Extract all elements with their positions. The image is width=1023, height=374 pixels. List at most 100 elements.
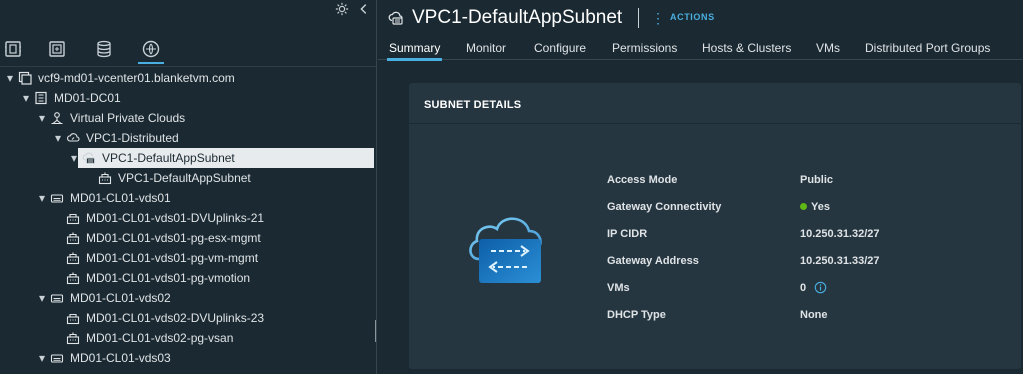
detail-value: 0 bbox=[800, 279, 806, 297]
detail-value: 10.250.31.32/27 bbox=[800, 225, 880, 243]
tree-node-label: MD01-CL01-vds02-DVUplinks-23 bbox=[86, 311, 265, 325]
tree-node-label: MD01-CL01-vds03 bbox=[70, 351, 171, 365]
tree-node[interactable]: MD01-CL01-vds01-pg-esx-mgmt bbox=[0, 228, 376, 248]
distributed-switch-icon bbox=[50, 351, 64, 365]
tree-tab-storage[interactable] bbox=[91, 36, 117, 62]
collapse-panel-chevron-icon[interactable] bbox=[356, 2, 372, 18]
port-group-icon bbox=[66, 331, 80, 345]
tree-expand-chevron-icon[interactable]: ▾ bbox=[4, 68, 16, 88]
tree-node[interactable]: MD01-CL01-vds01-pg-vmotion bbox=[0, 268, 376, 288]
port-group-icon bbox=[66, 251, 80, 265]
tree-divider bbox=[0, 66, 376, 67]
tree-tab-vms-templates[interactable] bbox=[44, 36, 70, 62]
tree-node[interactable]: MD01-CL01-vds02-pg-vsan bbox=[0, 328, 376, 348]
detail-label: Access Mode bbox=[607, 174, 678, 186]
tree-expand-chevron-icon[interactable]: ▾ bbox=[68, 148, 80, 168]
tree-node[interactable]: VPC1-DefaultAppSubnet bbox=[0, 168, 376, 188]
tab-vms[interactable]: VMs bbox=[816, 38, 840, 60]
detail-value: None bbox=[800, 306, 828, 324]
tab-configure[interactable]: Configure bbox=[534, 38, 586, 60]
tree-node[interactable]: ▾ VPC1-Distributed bbox=[0, 128, 376, 148]
subnet-icon bbox=[82, 151, 96, 165]
page-title: VPC1-DefaultAppSubnet bbox=[412, 7, 623, 28]
datacenter-icon bbox=[34, 91, 48, 105]
detail-value-text: Public bbox=[800, 174, 834, 186]
vms-templates-icon bbox=[49, 41, 65, 57]
tree-node-label: MD01-CL01-vds01-pg-vm-mgmt bbox=[86, 251, 259, 265]
uplink-port-group-icon bbox=[66, 211, 80, 225]
tree-expand-chevron-icon[interactable]: ▾ bbox=[36, 288, 48, 308]
detail-label: Gateway Connectivity bbox=[607, 201, 722, 213]
detail-value: Public bbox=[800, 171, 833, 189]
inventory-view-tabs bbox=[0, 36, 376, 64]
inventory-toolbar bbox=[0, 0, 376, 20]
panel-resize-handle[interactable] bbox=[375, 320, 376, 342]
detail-value-text: None bbox=[800, 309, 828, 321]
actions-menu-button[interactable]: ACTIONS bbox=[670, 12, 715, 22]
subnet-icon bbox=[388, 10, 404, 26]
info-icon[interactable] bbox=[814, 281, 827, 294]
tree-node[interactable]: MD01-CL01-vds02-DVUplinks-23 bbox=[0, 308, 376, 328]
tree-node-label: VPC1-DefaultAppSubnet bbox=[118, 171, 251, 185]
tree-expand-chevron-icon[interactable]: ▾ bbox=[20, 88, 32, 108]
tree-node-label: MD01-CL01-vds01-pg-esx-mgmt bbox=[86, 231, 261, 245]
distributed-switch-icon bbox=[50, 191, 64, 205]
tree-node[interactable]: ▾ MD01-CL01-vds01 bbox=[0, 188, 376, 208]
detail-value: Yes bbox=[800, 198, 830, 216]
hosts-clusters-icon bbox=[5, 41, 21, 57]
networking-icon bbox=[142, 40, 160, 58]
tree-node[interactable]: ▾ VPC1-DefaultAppSubnet bbox=[0, 148, 376, 168]
port-group-icon bbox=[66, 231, 80, 245]
detail-label: IP CIDR bbox=[607, 228, 648, 240]
tab-summary[interactable]: Summary bbox=[386, 38, 443, 61]
object-detail-panel: VPC1-DefaultAppSubnet ⋮ ACTIONS Summary M… bbox=[378, 0, 1023, 374]
tab-permissions[interactable]: Permissions bbox=[612, 38, 677, 60]
tree-node-label: MD01-CL01-vds01-DVUplinks-21 bbox=[86, 211, 265, 225]
tree-expand-chevron-icon[interactable]: ▾ bbox=[36, 348, 48, 368]
detail-value: 10.250.31.33/27 bbox=[800, 252, 880, 270]
tree-node[interactable]: ▾ Virtual Private Clouds bbox=[0, 108, 376, 128]
tree-node-label: VPC1-DefaultAppSubnet bbox=[102, 151, 235, 165]
port-group-icon bbox=[66, 271, 80, 285]
tree-expand-chevron-icon[interactable]: ▾ bbox=[36, 108, 48, 128]
tree-tab-networking[interactable] bbox=[138, 36, 164, 64]
tree-node[interactable]: MD01-CL01-vds01-pg-vm-mgmt bbox=[0, 248, 376, 268]
tab-hosts-clusters[interactable]: Hosts & Clusters bbox=[702, 38, 791, 60]
card-divider bbox=[409, 123, 1021, 124]
uplink-port-group-icon bbox=[66, 311, 80, 325]
tree-node-label: MD01-DC01 bbox=[54, 91, 121, 105]
tree-node-label: MD01-CL01-vds02-pg-vsan bbox=[86, 331, 234, 345]
detail-label: DHCP Type bbox=[607, 309, 666, 321]
tree-node[interactable]: ▾ MD01-DC01 bbox=[0, 88, 376, 108]
tree-node[interactable]: ▾ vcf9-md01-vcenter01.blanketvm.com bbox=[0, 68, 376, 88]
detail-value-text: 0 bbox=[800, 282, 807, 294]
inventory-panel: ▾ vcf9-md01-vcenter01.blanketvm.com ▾ MD01-… bbox=[0, 0, 377, 374]
tab-distributed-port-groups[interactable]: Distributed Port Groups bbox=[865, 38, 990, 60]
detail-value-text: 10.250.31.32/27 bbox=[800, 228, 880, 240]
tree-expand-chevron-icon[interactable]: ▾ bbox=[36, 188, 48, 208]
settings-gear-icon[interactable] bbox=[334, 2, 350, 18]
detail-value-text: 10.250.31.33/27 bbox=[800, 255, 880, 267]
vpc-folder-icon bbox=[50, 111, 64, 125]
storage-icon bbox=[97, 40, 111, 58]
tree-expand-chevron-icon[interactable]: ▾ bbox=[52, 128, 64, 148]
subnet-illustration-icon bbox=[467, 211, 547, 287]
subnet-details-card: SUBNET DETAILS Access Mode Public Gatewa… bbox=[409, 83, 1021, 369]
tree-tab-hosts-clusters[interactable] bbox=[0, 36, 26, 62]
tree-node-label: vcf9-md01-vcenter01.blanketvm.com bbox=[38, 71, 235, 85]
vpc-icon bbox=[66, 131, 80, 145]
actions-kebab-icon[interactable]: ⋮ bbox=[651, 9, 665, 27]
tab-monitor[interactable]: Monitor bbox=[466, 38, 506, 60]
tree-node-label: MD01-CL01-vds02 bbox=[70, 291, 171, 305]
tree-node-label: VPC1-Distributed bbox=[86, 131, 179, 145]
tree-node-label: MD01-CL01-vds01 bbox=[70, 191, 171, 205]
tree-node[interactable]: MD01-CL01-vds01-DVUplinks-21 bbox=[0, 208, 376, 228]
tree-node[interactable]: ▾ MD01-CL01-vds03 bbox=[0, 348, 376, 368]
card-title: SUBNET DETAILS bbox=[424, 99, 522, 111]
tree-node[interactable]: ▾ MD01-CL01-vds02 bbox=[0, 288, 376, 308]
tree-node-label: Virtual Private Clouds bbox=[70, 111, 186, 125]
status-ok-icon bbox=[800, 203, 807, 210]
port-group-icon bbox=[98, 171, 112, 185]
detail-label: Gateway Address bbox=[607, 255, 699, 267]
vcenter-icon bbox=[18, 71, 32, 85]
